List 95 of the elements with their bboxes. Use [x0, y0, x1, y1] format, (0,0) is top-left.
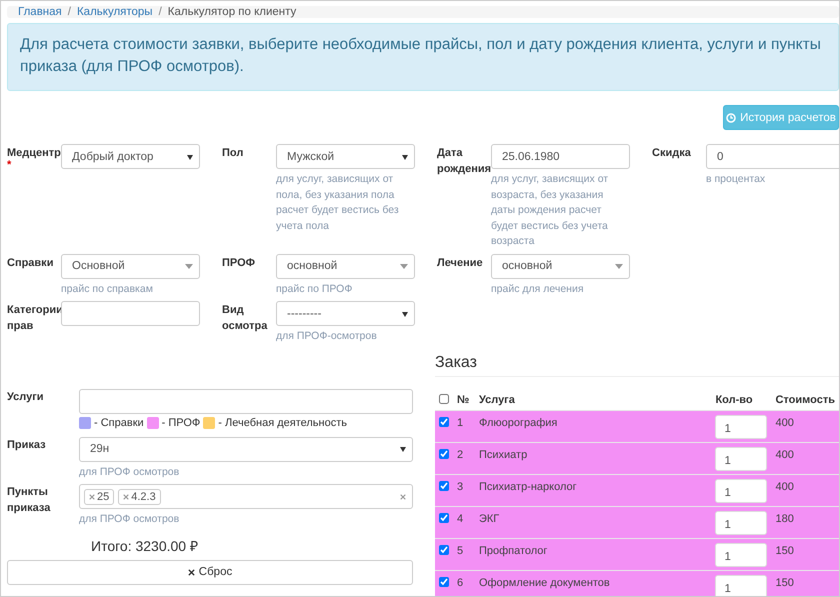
help-text: для ПРОФ-осмотров — [276, 329, 378, 344]
help-text: прайс по ПРОФ — [276, 282, 354, 296]
help-text: для ПРОФ осмотров — [79, 512, 180, 527]
price-text: 400 — [775, 481, 794, 493]
row-checkbox[interactable] — [439, 417, 449, 427]
help-text: для услуг, зависящих от пола, без указания пола расчет будет вестись без учета пола — [276, 172, 400, 234]
price-text: 150 — [775, 577, 794, 589]
quantity-field[interactable]: 1 — [715, 575, 768, 596]
field-label: Дата рождения — [437, 147, 492, 175]
price-text: 400 — [775, 449, 794, 461]
caret-icon — [402, 154, 408, 160]
input-field[interactable]: 25.06.1980 — [491, 144, 630, 169]
price-text: 150 — [775, 545, 794, 557]
clock-icon — [726, 112, 736, 122]
service-name: Психиатр — [478, 449, 528, 461]
quantity-field[interactable]: 1 — [715, 479, 768, 503]
breadcrumb-link[interactable]: Калькуляторы — [76, 6, 153, 18]
tags-field[interactable]: 25 4.2.3 — [79, 484, 413, 509]
breadcrumb-separator: / — [158, 6, 162, 18]
column-header: № — [457, 394, 470, 406]
service-name: Оформление документов — [478, 577, 610, 589]
remove-icon — [89, 494, 95, 500]
caret-icon — [400, 446, 406, 452]
field-label: Лечение — [437, 256, 483, 268]
close-icon — [188, 568, 195, 576]
caret-icon — [615, 264, 623, 268]
help-text: для ПРОФ осмотров — [79, 464, 180, 480]
field-label: Медцентр — [7, 147, 61, 159]
total-text: Итого: 3230.00 ₽ — [91, 536, 199, 556]
select-field[interactable]: Мужской — [276, 144, 415, 169]
tag[interactable]: 4.2.3 — [118, 488, 161, 504]
column-header: Услуга — [478, 394, 515, 406]
service-name: ЭКГ — [478, 513, 500, 525]
field-label: Пункты приказа — [7, 486, 50, 514]
row-checkbox[interactable] — [439, 577, 449, 587]
caret-icon — [400, 264, 408, 268]
select-field[interactable]: основной — [491, 254, 630, 278]
help-text: прайс для лечения — [491, 282, 585, 296]
select-all-checkbox[interactable] — [439, 394, 449, 404]
field-label: Скидка — [652, 147, 691, 159]
row-number: 1 — [457, 417, 464, 429]
legend-label: - Лечебная деятельность — [218, 416, 347, 428]
help-text: в процентах — [706, 172, 766, 187]
quantity-field[interactable]: 1 — [715, 511, 768, 535]
breadcrumb-current: Калькулятор по клиенту — [168, 6, 296, 18]
field-label: Справки — [7, 256, 54, 268]
remove-icon — [123, 494, 130, 500]
select-field[interactable]: основной — [276, 254, 415, 278]
field-label: ПРОФ — [222, 256, 256, 268]
quantity-field[interactable]: 1 — [715, 447, 768, 471]
row-checkbox[interactable] — [439, 513, 449, 523]
row-number: 2 — [457, 449, 464, 461]
row-checkbox[interactable] — [439, 449, 449, 459]
tag[interactable]: 25 — [84, 488, 114, 504]
help-text: прайс по справкам — [61, 282, 154, 296]
legend-label: - Справки — [94, 416, 144, 428]
info-alert: Для расчета стоимости заявки, выберите необходимые прайсы, пол и дату рождения клиента, услуги и пункты приказа (для ПРОФ осмотров). — [7, 23, 839, 91]
quantity-field[interactable]: 1 — [715, 543, 768, 567]
row-checkbox[interactable] — [439, 545, 449, 555]
select-field[interactable]: 29н — [79, 436, 413, 462]
field-label: Приказ — [7, 438, 46, 450]
row-number: 5 — [457, 545, 464, 557]
service-name: Флюорография — [478, 417, 558, 429]
row-checkbox[interactable] — [439, 481, 449, 491]
row-number: 4 — [457, 513, 464, 525]
caret-icon — [185, 264, 193, 268]
clear-icon — [400, 494, 406, 500]
order-title: Заказ — [435, 350, 839, 376]
row-number: 6 — [457, 577, 464, 589]
input-field[interactable] — [61, 301, 200, 326]
field-label: Вид осмотра — [222, 304, 268, 332]
required-mark: * — [7, 161, 12, 169]
legend-label: - ПРОФ — [162, 416, 200, 428]
field-label: Услуги — [7, 390, 44, 402]
caret-icon — [187, 154, 193, 160]
select-field[interactable]: Добрый доктор — [61, 144, 200, 169]
input-field[interactable]: 0 — [706, 144, 839, 169]
select-field[interactable]: Основной — [61, 254, 200, 278]
select-field[interactable]: --------- — [276, 301, 415, 326]
breadcrumb-separator: / — [68, 6, 71, 18]
price-text: 400 — [775, 417, 794, 429]
service-name: Психиатр-нарколог — [478, 481, 577, 493]
field-label: Категории прав — [7, 304, 63, 332]
breadcrumb-link[interactable]: Главная — [18, 6, 62, 18]
price-text: 180 — [775, 513, 794, 525]
field-label: Пол — [222, 147, 244, 159]
column-header: Кол-во — [715, 394, 753, 406]
column-header: Стоимость — [775, 394, 835, 406]
row-number: 3 — [457, 481, 464, 493]
reset-button[interactable]: Сброс — [7, 560, 413, 584]
service-name: Профпатолог — [478, 545, 548, 557]
quantity-field[interactable]: 1 — [715, 415, 768, 439]
caret-icon — [402, 310, 408, 316]
services-field[interactable] — [79, 388, 413, 414]
help-text: для услуг, зависящих от возраста, без указания даты рождения расчет будет вестись без учета возраста — [491, 172, 610, 249]
